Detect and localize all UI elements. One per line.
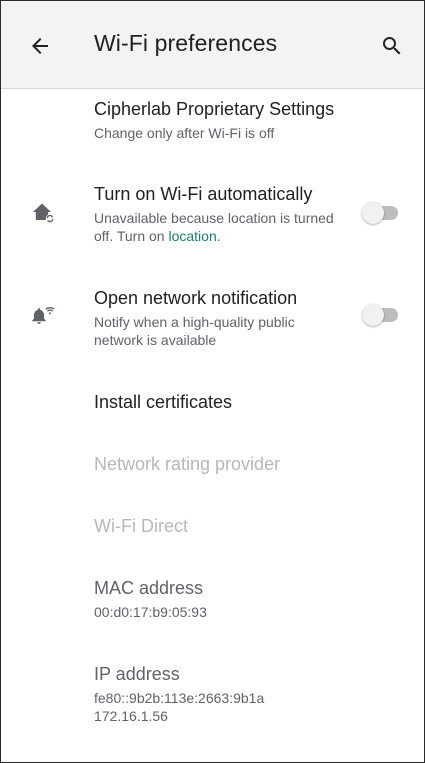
ip-address-title: IP address <box>94 664 180 684</box>
wifi-auto-title: Turn on Wi-Fi automatically <box>94 184 313 204</box>
mac-address-title: MAC address <box>94 578 204 598</box>
home-wifi-auto-icon <box>33 203 55 223</box>
wifi-auto-toggle[interactable] <box>362 202 400 224</box>
cipherlab-settings-title: Cipherlab Proprietary Settings <box>94 99 335 119</box>
open-network-toggle-thumb <box>362 304 384 326</box>
open-network-toggle[interactable] <box>362 304 400 326</box>
mac-address-value: 00:d0:17:b9:05:93 <box>94 604 207 620</box>
open-network-summary: Notify when a high-quality public networ… <box>94 314 295 348</box>
ip-address-value-ipv4: 172.16.1.56 <box>94 708 168 724</box>
mac-address-item: MAC address 00:d0:17:b9:05:93 <box>1 575 424 625</box>
back-button[interactable] <box>27 33 53 59</box>
arrow-back-icon <box>32 38 48 54</box>
wifi-preferences-screen: Wi-Fi preferences Cipherlab Proprietary … <box>0 0 425 763</box>
network-rating-provider-text: Network rating provider <box>94 453 344 475</box>
mac-address-text: MAC address 00:d0:17:b9:05:93 <box>94 577 344 621</box>
open-network-notification-item[interactable]: Open network notification Notify when a … <box>1 287 424 357</box>
app-bar: Wi-Fi preferences <box>1 1 424 89</box>
network-rating-provider-title: Network rating provider <box>94 454 281 474</box>
page-title: Wi-Fi preferences <box>94 30 278 56</box>
notification-wifi-icon <box>32 307 55 324</box>
wifi-auto-toggle-thumb <box>362 202 384 224</box>
search-button[interactable] <box>379 33 405 59</box>
install-certificates-text: Install certificates <box>94 391 344 413</box>
wifi-auto-text: Turn on Wi-Fi automatically Unavailable … <box>94 183 344 245</box>
wifi-direct-text: Wi-Fi Direct <box>94 515 344 537</box>
search-icon <box>383 37 401 55</box>
open-network-title: Open network notification <box>94 288 298 308</box>
wifi-direct-title: Wi-Fi Direct <box>94 516 188 536</box>
ip-address-text: IP address fe80::9b2b:113e:2663:9b1a 172… <box>94 663 344 725</box>
install-certificates-title: Install certificates <box>94 392 233 412</box>
ip-address-item: IP address fe80::9b2b:113e:2663:9b1a 172… <box>1 661 424 731</box>
network-rating-provider-item: Network rating provider <box>1 447 424 487</box>
wifi-auto-summary: Unavailable because location is turned o… <box>94 209 344 245</box>
install-certificates-item[interactable]: Install certificates <box>1 384 424 424</box>
ip-address-value-ipv6: fe80::9b2b:113e:2663:9b1a <box>94 690 265 706</box>
wifi-auto-item[interactable]: Turn on Wi-Fi automatically Unavailable … <box>1 181 424 251</box>
cipherlab-settings-summary: Change only after Wi-Fi is off <box>94 125 275 141</box>
open-network-text: Open network notification Notify when a … <box>94 287 344 349</box>
wifi-auto-summary-end: . <box>216 228 221 244</box>
cipherlab-settings-item[interactable]: Cipherlab Proprietary Settings Change on… <box>1 96 424 151</box>
location-link[interactable]: location <box>168 228 216 244</box>
cipherlab-settings-text: Cipherlab Proprietary Settings Change on… <box>94 98 344 142</box>
wifi-direct-item: Wi-Fi Direct <box>1 509 424 549</box>
